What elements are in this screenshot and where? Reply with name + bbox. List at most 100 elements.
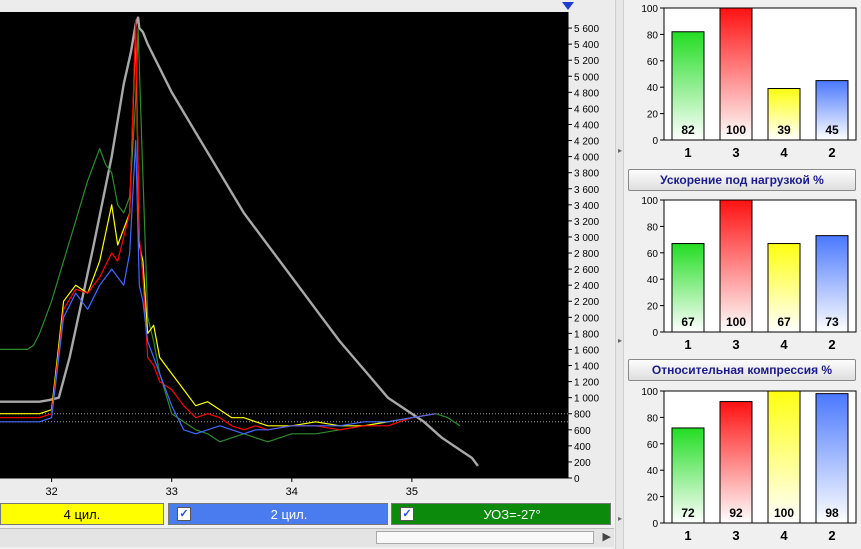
y-tick-label: 4 200 [574, 137, 599, 148]
x-tick-label: 35 [406, 486, 418, 498]
legend-ignition-timing[interactable]: ✓ УОЗ=-27° [391, 503, 611, 525]
bar-value-label: 100 [774, 506, 794, 520]
y-tick-label: 1 600 [574, 345, 599, 356]
y-tick-label: 4 800 [574, 88, 599, 99]
panel-splitter[interactable]: ▸ ▸ ▸ [615, 0, 624, 549]
y-tick-label: 1 400 [574, 362, 599, 373]
bar-3 [719, 7, 753, 141]
y-tick-label: 4 000 [574, 153, 599, 164]
bar-y-tick-label: 0 [652, 136, 658, 147]
y-tick-label: 3 200 [574, 217, 599, 228]
bar-value-label: 39 [777, 123, 791, 137]
bar-y-tick-label: 80 [647, 30, 659, 41]
bar-y-tick-label: 60 [647, 440, 659, 451]
y-tick-label: 2 200 [574, 297, 599, 308]
bar-y-tick-label: 0 [652, 519, 658, 530]
bar-y-tick-label: 100 [641, 196, 658, 207]
bar-category-label: 1 [684, 145, 691, 160]
y-tick-label: 400 [574, 442, 591, 453]
main-chart-svg: 0 200 400 600 800 1 000 1 200 1 400 1 600 1 800 2 … [0, 2, 599, 498]
bar-category-label: 1 [684, 337, 691, 352]
x-tick-label: 32 [46, 486, 58, 498]
scrollbar-thumb[interactable] [376, 531, 594, 544]
legend-cylinder-2[interactable]: ✓ 2 цил. [168, 503, 388, 525]
y-tick-label: 0 [574, 474, 580, 485]
bar-2 [815, 393, 849, 524]
bar-value-label: 100 [726, 123, 746, 137]
bar-y-tick-label: 40 [647, 466, 659, 477]
bar-chart-1: 0 20 40 60 80 100 82 1 100 3 39 4 45 2 [641, 4, 857, 160]
horizontal-scrollbar[interactable]: ▶ [0, 528, 614, 547]
bar-3 [719, 401, 753, 524]
bar-y-tick-label: 40 [647, 275, 659, 286]
scroll-right-arrow-icon[interactable]: ▶ [603, 530, 611, 543]
y-tick-label: 3 400 [574, 201, 599, 212]
bar-4 [767, 390, 801, 524]
y-tick-label: 2 000 [574, 313, 599, 324]
bar-value-label: 82 [681, 123, 695, 137]
legend-cylinder-2-label: 2 цил. [270, 506, 308, 522]
bar-3 [719, 199, 753, 333]
bar-category-label: 3 [732, 337, 739, 352]
bar-value-label: 67 [681, 315, 695, 329]
legend-ignition-timing-checkbox[interactable]: ✓ [400, 507, 414, 521]
bar-y-tick-label: 60 [647, 249, 659, 260]
bar-value-label: 67 [777, 315, 791, 329]
bar-value-label: 100 [726, 315, 746, 329]
splitter-arrow-icon[interactable]: ▸ [618, 146, 622, 155]
bar-y-tick-label: 80 [647, 222, 659, 233]
panel-header-acceleration[interactable]: Ускорение под нагрузкой % [628, 169, 856, 191]
y-tick-label: 2 600 [574, 265, 599, 276]
y-tick-label: 2 400 [574, 281, 599, 292]
bar-chart-acceleration: 0 20 40 60 80 100 67 1 100 3 67 4 73 2 [641, 196, 857, 352]
y-tick-label: 800 [574, 410, 591, 421]
y-tick-label: 3 000 [574, 233, 599, 244]
splitter-arrow-icon[interactable]: ▸ [618, 514, 622, 523]
bar-y-tick-label: 20 [647, 110, 659, 121]
bar-category-label: 3 [732, 528, 739, 543]
main-chart[interactable]: 0 200 400 600 800 1 000 1 200 1 400 1 600 1 800 2 … [0, 0, 614, 500]
splitter-arrow-icon[interactable]: ▸ [618, 336, 622, 345]
bar-y-tick-label: 40 [647, 83, 659, 94]
y-tick-label: 200 [574, 458, 591, 469]
bar-category-label: 4 [780, 528, 788, 543]
y-tick-label: 5 400 [574, 40, 599, 51]
x-tick-label: 33 [166, 486, 178, 498]
bar-chart-compression: 0 20 40 60 80 100 72 1 92 3 100 4 98 2 [641, 387, 857, 543]
legend-ignition-timing-label: УОЗ=-27° [483, 506, 541, 522]
bar-category-label: 4 [780, 145, 788, 160]
bar-y-tick-label: 100 [641, 387, 658, 398]
y-tick-label: 5 000 [574, 72, 599, 83]
bar-y-tick-label: 0 [652, 328, 658, 339]
y-tick-label: 1 000 [574, 394, 599, 405]
y-tick-label: 5 600 [574, 24, 599, 35]
bar-category-label: 3 [732, 145, 739, 160]
y-tick-label: 4 400 [574, 120, 599, 131]
legend-cylinder-2-checkbox[interactable]: ✓ [177, 507, 191, 521]
bar-category-label: 2 [828, 528, 835, 543]
cursor-marker-icon [562, 2, 574, 10]
bar-category-label: 2 [828, 145, 835, 160]
y-tick-label: 4 600 [574, 104, 599, 115]
bar-y-tick-label: 100 [641, 4, 658, 15]
bar-y-tick-label: 20 [647, 493, 659, 504]
y-tick-label: 600 [574, 426, 591, 437]
bar-category-label: 4 [780, 337, 788, 352]
y-tick-label: 3 800 [574, 169, 599, 180]
panel-header-compression[interactable]: Относительная компрессия % [628, 359, 856, 381]
y-tick-label: 5 200 [574, 56, 599, 67]
bar-y-tick-label: 80 [647, 413, 659, 424]
x-tick-label: 34 [286, 486, 298, 498]
bar-value-label: 72 [681, 506, 695, 520]
bar-value-label: 73 [825, 315, 839, 329]
bar-category-label: 2 [828, 337, 835, 352]
y-tick-label: 1 200 [574, 378, 599, 389]
bar-category-label: 1 [684, 528, 691, 543]
legend-cylinder-4[interactable]: 4 цил. [0, 503, 164, 525]
panel-title-compression: Относительная компрессия % [651, 363, 833, 377]
y-tick-label: 1 800 [574, 329, 599, 340]
bar-value-label: 92 [729, 506, 743, 520]
bar-value-label: 98 [825, 506, 839, 520]
bar-y-tick-label: 20 [647, 302, 659, 313]
legend-cylinder-4-label: 4 цил. [63, 506, 101, 522]
